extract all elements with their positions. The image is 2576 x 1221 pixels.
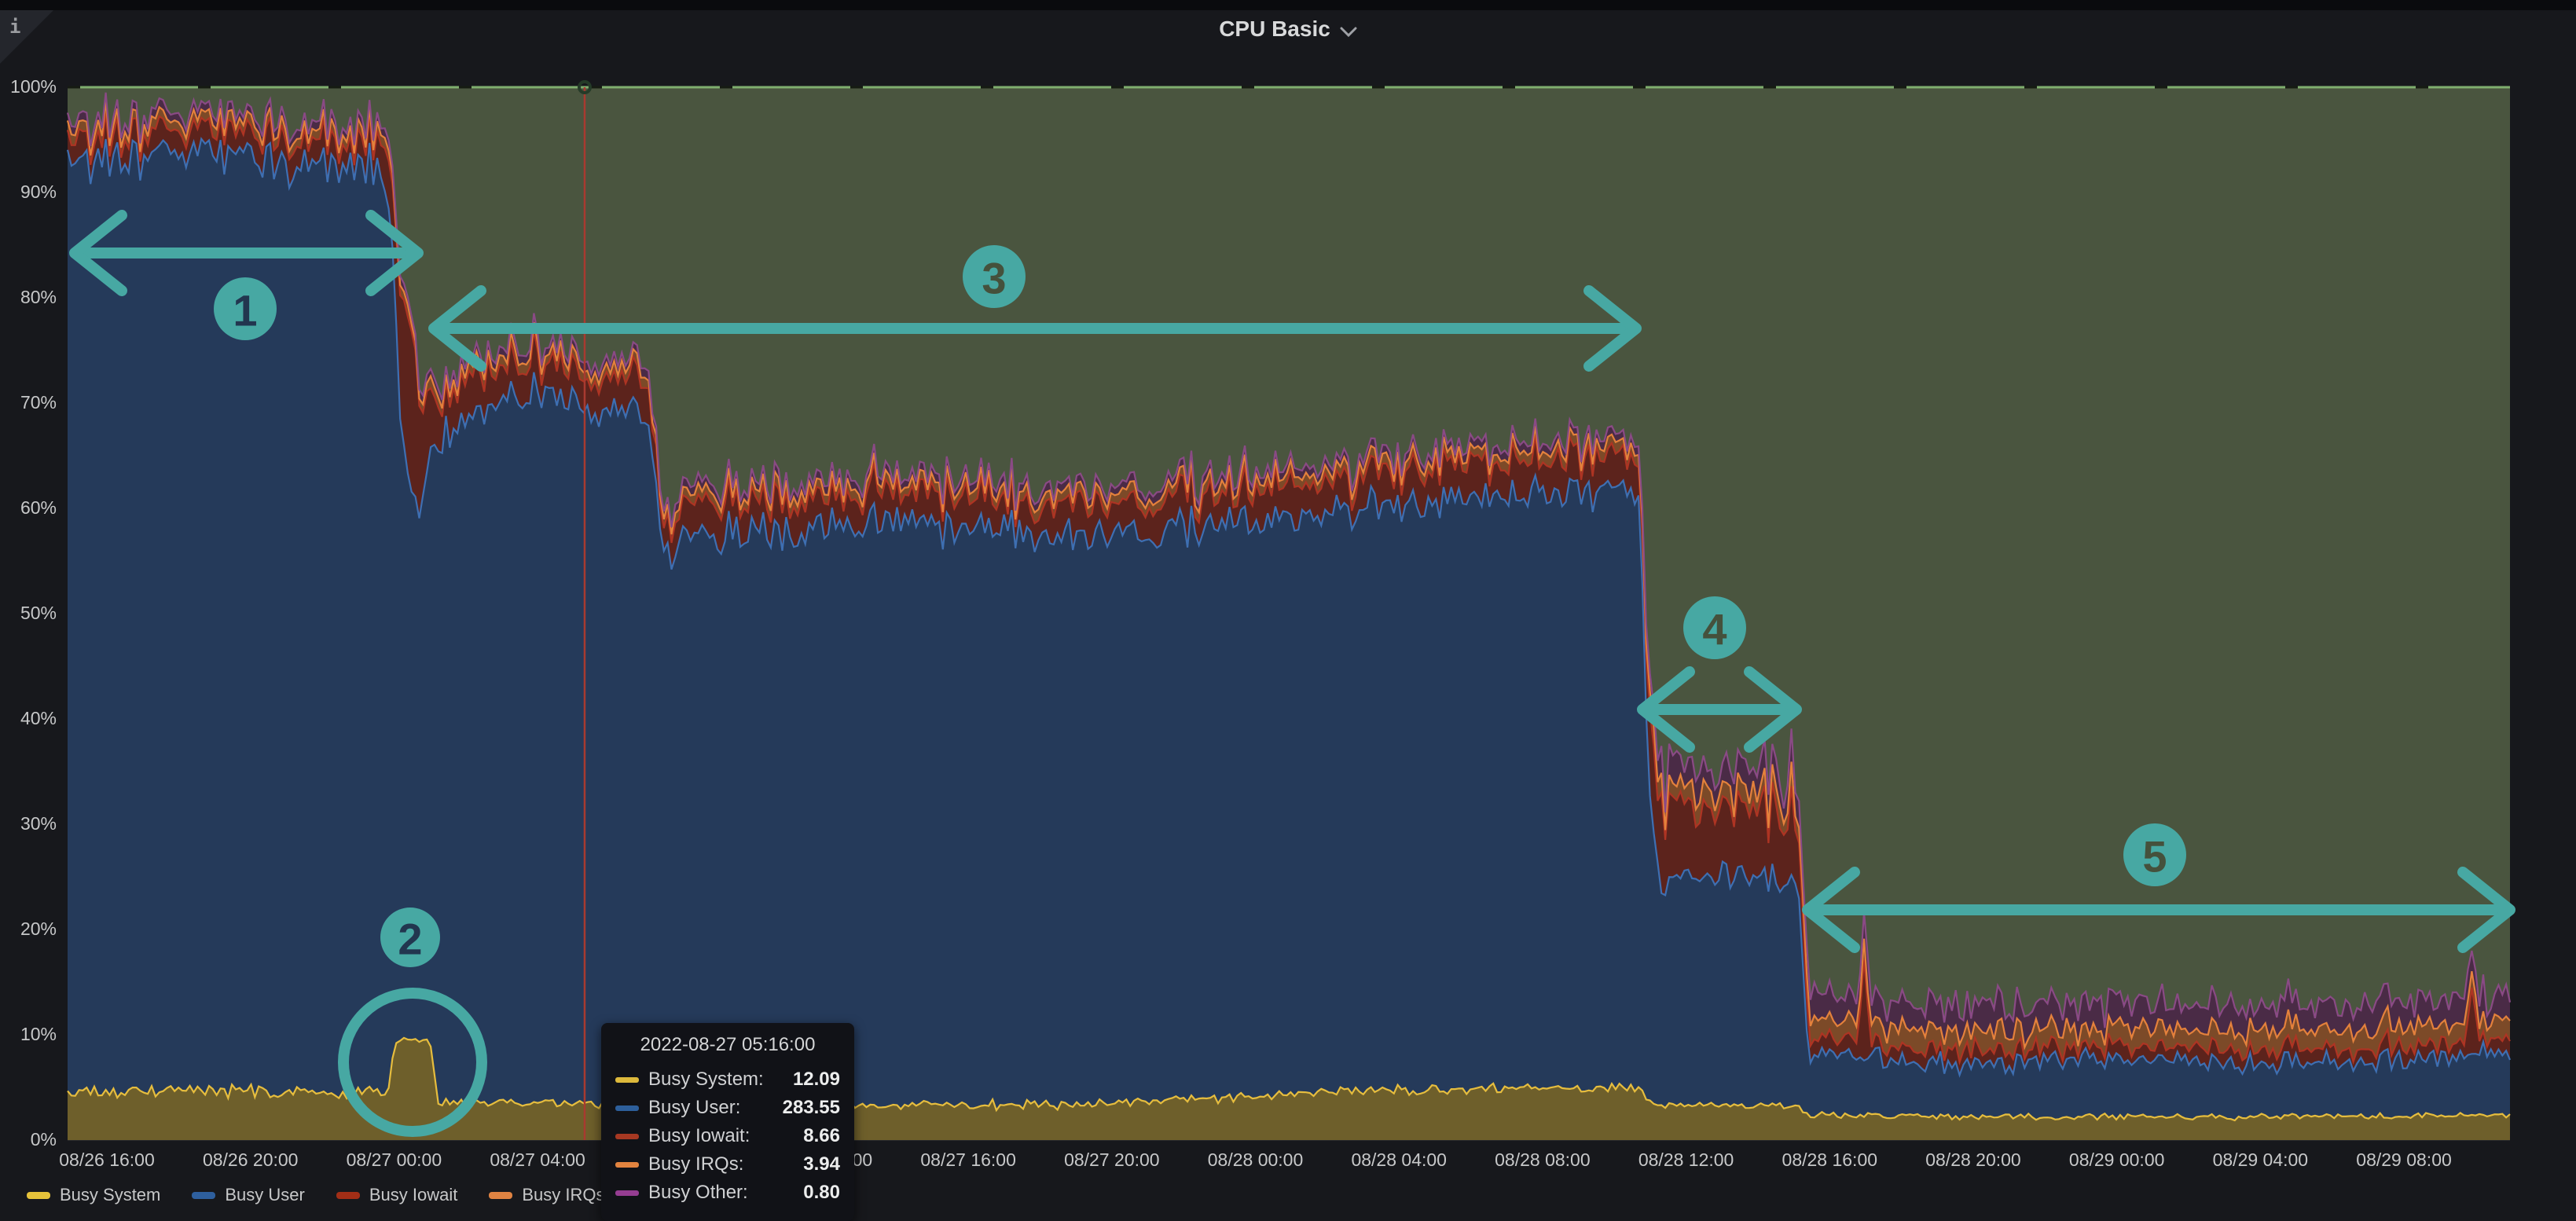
y-tick-label: 20% (0, 918, 57, 940)
y-tick-label: 40% (0, 708, 57, 729)
series-color-dash (615, 1077, 639, 1083)
tooltip-series-value: 0.80 (803, 1182, 840, 1204)
legend-label[interactable]: Busy Iowait (369, 1185, 458, 1205)
annotation-badge-3: 3 (963, 245, 1026, 308)
y-tick-label: 50% (0, 603, 57, 624)
tooltip-series-value: 8.66 (803, 1125, 840, 1147)
series-color-dash (615, 1106, 639, 1111)
y-tick-label: 60% (0, 497, 57, 519)
tooltip-row: Busy System:12.09 (615, 1065, 840, 1094)
svg-text:4: 4 (1702, 605, 1727, 654)
legend-swatch (192, 1192, 215, 1199)
legend-swatch (27, 1192, 50, 1199)
tooltip-series-label: Busy Other: (648, 1182, 803, 1204)
tooltip-timestamp: 2022-08-27 05:16:00 (615, 1034, 840, 1056)
y-tick-label: 10% (0, 1024, 57, 1045)
legend-label[interactable]: Busy System (60, 1185, 160, 1205)
tooltip-series-value: 3.94 (803, 1153, 840, 1175)
panel-title[interactable]: CPU Basic (1219, 16, 1330, 42)
legend-item-busy-user[interactable]: Busy User (192, 1185, 304, 1205)
legend-item-busy-irqs[interactable]: Busy IRQs (489, 1185, 604, 1205)
legend-swatch (489, 1192, 512, 1199)
annotation-badge-4: 4 (1683, 596, 1746, 659)
legend-item-busy-iowait[interactable]: Busy Iowait (336, 1185, 458, 1205)
tooltip-row: Busy Other:0.80 (615, 1179, 840, 1207)
tooltip-series-value: 12.09 (793, 1069, 840, 1091)
y-tick-label: 30% (0, 813, 57, 834)
legend-swatch (336, 1192, 360, 1199)
svg-text:3: 3 (982, 254, 1006, 303)
panel-header[interactable]: CPU Basic (0, 10, 2576, 48)
legend: Busy System Busy User Busy Iowait Busy IRQs (27, 1185, 605, 1205)
tooltip-series-label: Busy System: (648, 1069, 793, 1091)
chart-tooltip: 2022-08-27 05:16:00 Busy System:12.09Bus… (601, 1023, 854, 1221)
tooltip-series-label: Busy Iowait: (648, 1125, 803, 1147)
series-color-dash (615, 1190, 639, 1196)
tooltip-row: Busy Iowait:8.66 (615, 1122, 840, 1150)
y-tick-label: 70% (0, 392, 57, 413)
cpu-usage-chart[interactable]: 1 2 3 4 5 (0, 0, 2576, 1212)
annotation-badge-2: 2 (380, 908, 440, 967)
svg-text:2: 2 (398, 915, 422, 964)
y-tick-label: 90% (0, 182, 57, 203)
tooltip-row: Busy User:283.55 (615, 1094, 840, 1122)
annotation-badge-1: 1 (214, 277, 277, 340)
legend-label[interactable]: Busy User (225, 1185, 304, 1205)
info-icon[interactable]: i (9, 16, 20, 38)
tooltip-series-value: 283.55 (783, 1097, 840, 1119)
y-tick-label: 100% (0, 76, 57, 97)
tooltip-series-label: Busy User: (648, 1097, 783, 1119)
tooltip-series-label: Busy IRQs: (648, 1153, 803, 1175)
series-color-dash (615, 1162, 639, 1168)
legend-label[interactable]: Busy IRQs (522, 1185, 604, 1205)
chevron-down-icon (1340, 18, 1357, 43)
svg-text:1: 1 (233, 286, 257, 336)
legend-item-busy-system[interactable]: Busy System (27, 1185, 160, 1205)
svg-text:5: 5 (2142, 832, 2167, 882)
y-tick-label: 0% (0, 1129, 57, 1150)
x-tick-label: 08/29 08:00 (2317, 1150, 2490, 1171)
y-tick-label: 80% (0, 287, 57, 308)
series-color-dash (615, 1134, 639, 1139)
tooltip-row: Busy IRQs:3.94 (615, 1150, 840, 1179)
annotation-badge-5: 5 (2123, 823, 2186, 886)
